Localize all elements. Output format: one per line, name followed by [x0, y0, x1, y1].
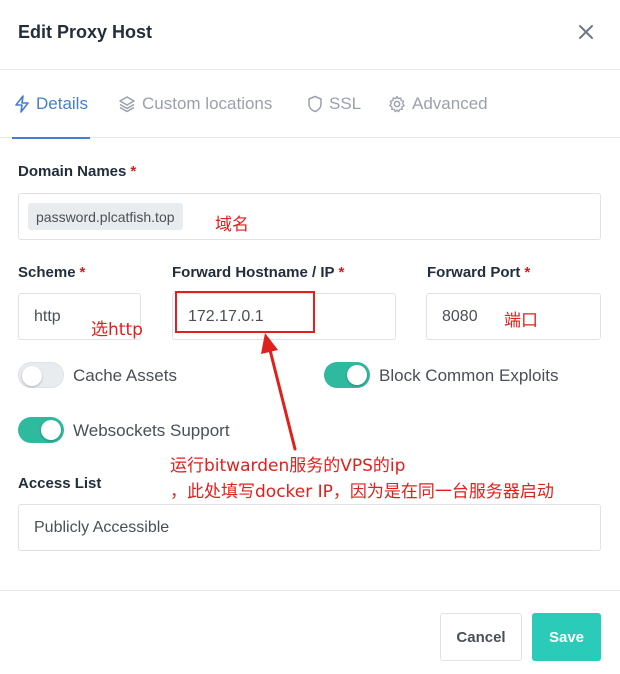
domain-names-label: Domain Names * [18, 163, 136, 180]
tab-details[interactable]: Details [12, 70, 90, 139]
tab-label: SSL [329, 94, 362, 113]
annotation-domain: 域名 [215, 215, 249, 235]
modal-footer: Cancel Save [0, 590, 620, 674]
websockets-label: Websockets Support [73, 421, 230, 440]
forward-hostname-label: Forward Hostname / IP * [172, 264, 344, 281]
gear-icon [388, 95, 406, 113]
toggle-knob [347, 365, 367, 385]
layers-icon [118, 95, 136, 113]
tab-label: Details [36, 94, 88, 113]
label-text: Scheme [18, 264, 76, 281]
tab-label: Advanced [412, 94, 488, 113]
save-button[interactable]: Save [532, 613, 601, 661]
tab-label: Custom locations [142, 94, 273, 113]
modal-header: Edit Proxy Host [0, 0, 620, 70]
cache-assets-label: Cache Assets [73, 366, 177, 385]
toggle-knob [41, 420, 61, 440]
block-exploits-toggle[interactable] [324, 362, 370, 388]
cancel-button[interactable]: Cancel [440, 613, 522, 661]
access-list-value: Publicly Accessible [34, 518, 170, 536]
label-text: Domain Names [18, 163, 127, 180]
required-mark: * [524, 264, 531, 281]
block-exploits-label: Block Common Exploits [379, 366, 559, 385]
required-mark: * [79, 264, 86, 281]
scheme-label: Scheme * [18, 264, 85, 281]
annotation-scheme: 选http [91, 320, 143, 340]
label-text: Forward Port [427, 264, 521, 281]
cache-assets-toggle[interactable] [18, 362, 64, 388]
websockets-toggle[interactable] [18, 417, 64, 443]
domain-chip[interactable]: password.plcatfish.top [28, 203, 183, 230]
access-list-label: Access List [18, 475, 102, 492]
annotation-host-line1: 运行bitwarden服务的VPS的ip [170, 456, 406, 476]
forward-port-value: 8080 [442, 307, 478, 325]
scheme-value: http [34, 307, 61, 325]
label-text: Forward Hostname / IP [172, 264, 335, 281]
tab-advanced[interactable]: Advanced [388, 70, 488, 138]
toggle-knob [22, 366, 42, 386]
shield-icon [307, 95, 323, 113]
annotation-host-line2: ，此处填写docker IP，因为是在同一台服务器启动 [170, 482, 554, 502]
close-icon[interactable] [572, 18, 600, 46]
hostname-highlight-box [175, 291, 315, 333]
annotation-port: 端口 [504, 311, 538, 331]
tab-ssl[interactable]: SSL [307, 70, 361, 138]
access-list-select[interactable]: Publicly Accessible [18, 504, 601, 551]
required-mark: * [338, 264, 345, 281]
bolt-icon [14, 95, 30, 113]
tab-custom-locations[interactable]: Custom locations [118, 70, 272, 138]
modal-title: Edit Proxy Host [18, 22, 153, 42]
forward-port-label: Forward Port * [427, 264, 530, 281]
tab-bar: Details Custom locations SSL Advanced [0, 70, 620, 139]
required-mark: * [130, 163, 137, 180]
